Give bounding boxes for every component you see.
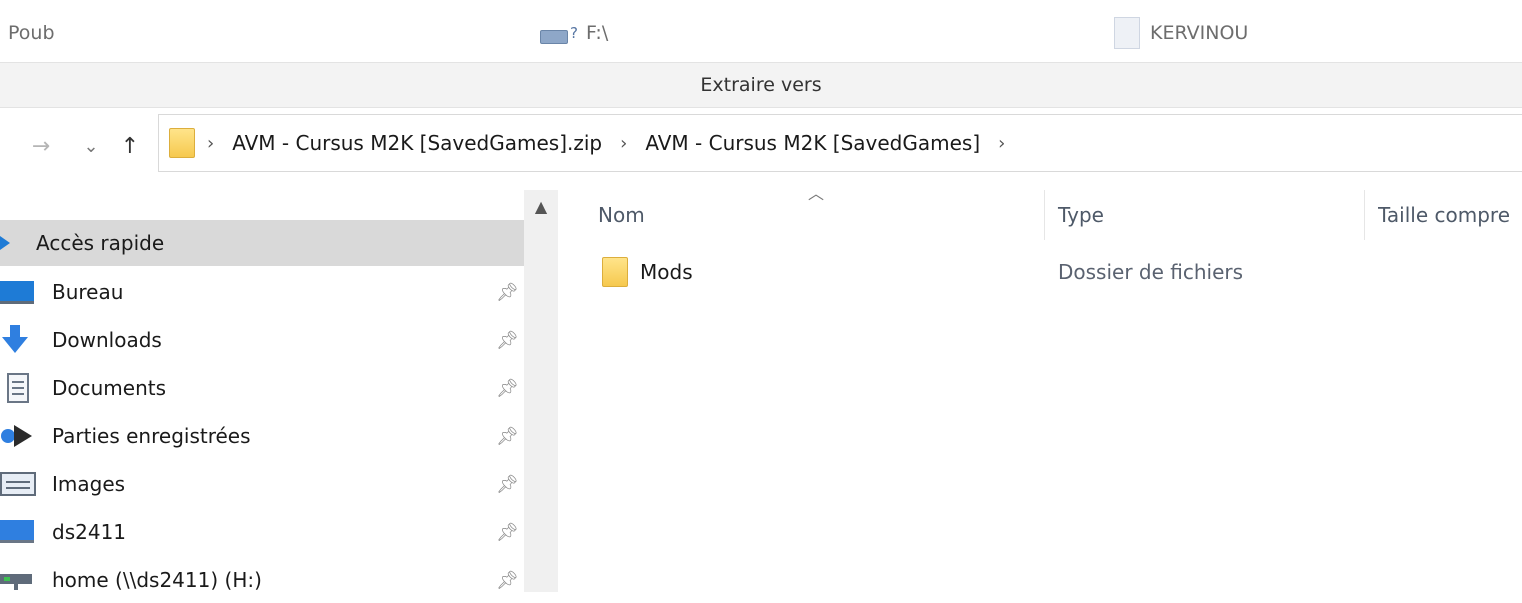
- folder-icon: [602, 257, 628, 287]
- pin-icon[interactable]: 📌︎: [496, 426, 519, 447]
- file-name: Mods: [640, 260, 693, 284]
- ribbon-kervinou[interactable]: KERVINOU: [1114, 16, 1248, 50]
- nav-item-images[interactable]: Images 📌︎: [0, 461, 524, 507]
- group-label-text: Extraire vers: [700, 74, 822, 96]
- ribbon-item-label: KERVINOU: [1150, 22, 1249, 44]
- breadcrumb-folder[interactable]: AVM - Cursus M2K [SavedGames]: [645, 131, 980, 155]
- ribbon-strip: Poub ? F:\ KERVINOU: [0, 0, 1522, 62]
- chevron-up-icon: ▲: [534, 196, 548, 216]
- navigation-pane: Accès rapide Bureau 📌︎ Downloads 📌︎ Docu…: [0, 190, 524, 592]
- nav-item-quick-access[interactable]: Accès rapide: [0, 220, 524, 266]
- download-icon: [0, 320, 40, 360]
- ribbon-drive-f[interactable]: ? F:\: [540, 16, 608, 50]
- nav-item-saved-games[interactable]: Parties enregistrées 📌︎: [0, 413, 524, 459]
- file-type: Dossier de fichiers: [1058, 260, 1244, 284]
- column-header-name[interactable]: Nom: [598, 190, 1038, 240]
- ribbon-item-label: F:\: [585, 22, 609, 44]
- nav-pane-scrollbar[interactable]: [524, 190, 558, 592]
- nav-item-downloads[interactable]: Downloads 📌︎: [0, 317, 524, 363]
- nav-item-documents[interactable]: Documents 📌︎: [0, 365, 524, 411]
- pin-icon[interactable]: 📌︎: [496, 570, 519, 591]
- forward-icon: →: [31, 133, 51, 159]
- folder-icon: [169, 128, 195, 158]
- network-drive-icon: [0, 560, 40, 600]
- ribbon-group-label: Extraire vers: [0, 62, 1522, 108]
- nav-item-label: Images: [52, 472, 126, 496]
- nav-item-label: ds2411: [52, 520, 127, 544]
- pictures-icon: [0, 464, 40, 504]
- up-arrow-icon: ↑: [120, 133, 140, 159]
- nav-item-ds2411[interactable]: ds2411 📌︎: [0, 509, 524, 555]
- nav-item-label: Downloads: [52, 328, 162, 352]
- pin-icon[interactable]: 📌︎: [496, 330, 519, 351]
- documents-icon: [0, 368, 40, 408]
- ribbon-item-label: Poub: [8, 22, 55, 44]
- column-divider[interactable]: [1044, 190, 1045, 240]
- desktop-icon: [0, 272, 40, 312]
- pin-icon[interactable]: 📌︎: [496, 522, 519, 543]
- recent-locations-button[interactable]: ⌄: [80, 126, 102, 166]
- chevron-right-icon[interactable]: ›: [207, 133, 214, 154]
- saved-games-icon: [0, 416, 40, 456]
- address-bar[interactable]: › AVM - Cursus M2K [SavedGames].zip › AV…: [158, 114, 1522, 172]
- drive-icon: [540, 30, 568, 44]
- breadcrumb-zip[interactable]: AVM - Cursus M2K [SavedGames].zip: [232, 131, 602, 155]
- chevron-right-icon[interactable]: ›: [998, 133, 1005, 154]
- column-header-label: Taille compre: [1378, 203, 1510, 227]
- scroll-up-button[interactable]: ▲: [524, 190, 558, 222]
- pin-icon[interactable]: 📌︎: [496, 282, 519, 303]
- nav-item-label: Bureau: [52, 280, 124, 304]
- pin-icon[interactable]: 📌︎: [496, 474, 519, 495]
- ribbon-recycle-bin[interactable]: Poub: [8, 16, 55, 50]
- up-button[interactable]: ↑: [116, 126, 144, 166]
- chevron-down-icon: ⌄: [83, 135, 99, 157]
- column-header-label: Nom: [598, 203, 645, 227]
- pin-icon[interactable]: 📌︎: [496, 378, 519, 399]
- chevron-right-icon[interactable]: ›: [620, 133, 627, 154]
- forward-button[interactable]: →: [26, 126, 56, 166]
- document-icon: [1114, 17, 1140, 49]
- column-header-type[interactable]: Type: [1058, 190, 1358, 240]
- file-row-name[interactable]: Mods: [602, 250, 693, 294]
- file-row-type[interactable]: Dossier de fichiers: [1058, 250, 1243, 294]
- column-header-label: Type: [1058, 203, 1104, 227]
- drive-icon-badge: ?: [570, 24, 578, 42]
- column-header-compressed-size[interactable]: Taille compre: [1378, 190, 1522, 240]
- nav-item-label: Accès rapide: [36, 231, 165, 255]
- nav-item-label: Parties enregistrées: [52, 424, 251, 448]
- computer-icon: [0, 512, 40, 552]
- nav-item-home-drive[interactable]: home (\\ds2411) (H:) 📌︎: [0, 557, 524, 603]
- column-divider[interactable]: [1364, 190, 1365, 240]
- star-icon: [0, 223, 40, 263]
- nav-item-label: home (\\ds2411) (H:): [52, 568, 262, 592]
- nav-item-bureau[interactable]: Bureau 📌︎: [0, 269, 524, 315]
- nav-item-label: Documents: [52, 376, 167, 400]
